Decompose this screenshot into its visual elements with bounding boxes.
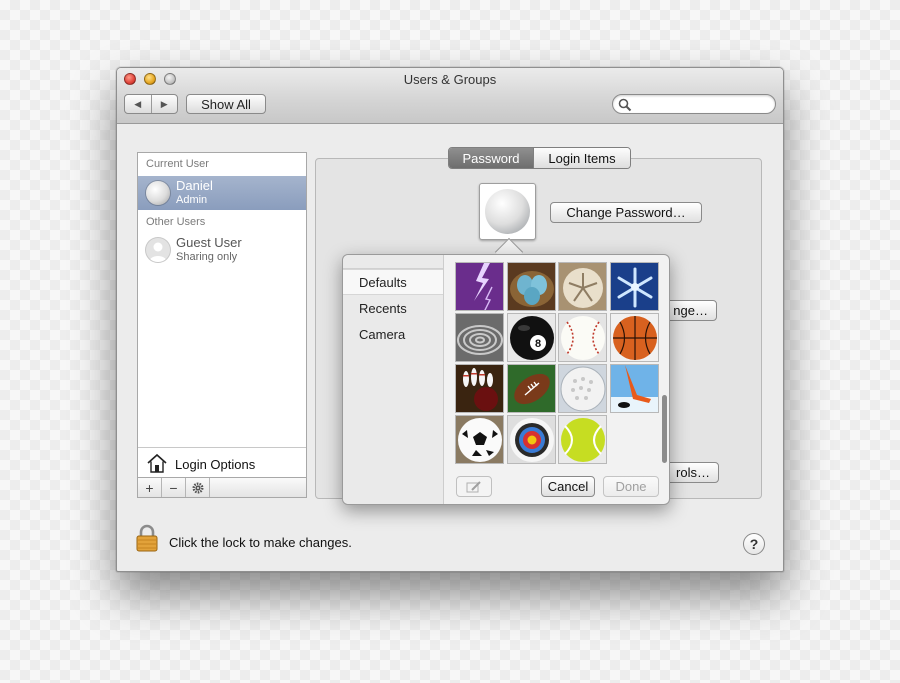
lock-message: Click the lock to make changes. [169,535,352,550]
bowling-icon[interactable] [455,364,504,413]
source-recents[interactable]: Recents [343,295,443,321]
picture-picker-popover: Defaults Recents Camera 8 Cancel Done [342,254,670,505]
login-options-item[interactable]: Login Options [138,447,306,477]
other-users-header: Other Users [146,216,206,228]
source-defaults[interactable]: Defaults [343,269,443,295]
golf-ball-icon [146,181,170,205]
user-name: Guest User [176,235,242,250]
forward-button[interactable]: ▶ [150,95,178,113]
eight-ball-icon[interactable]: 8 [507,313,556,362]
login-options-label: Login Options [175,457,256,472]
football-icon[interactable] [507,364,556,413]
tab-login-items[interactable]: Login Items [533,148,630,168]
baseball-icon[interactable] [558,313,607,362]
done-button[interactable]: Done [603,476,659,497]
back-button[interactable]: ◀ [125,95,151,113]
user-name: Daniel [176,178,213,193]
source-camera[interactable]: Camera [343,321,443,347]
search-field[interactable] [612,94,776,114]
svg-text:8: 8 [535,338,541,350]
tennis-ball-icon[interactable] [558,415,607,464]
eggs-in-nest-icon[interactable] [507,262,556,311]
sidebar-footer: + − [138,477,306,497]
lightning-icon[interactable] [455,262,504,311]
search-input[interactable] [635,96,769,112]
sand-dollar-icon[interactable] [558,262,607,311]
search-icon [618,98,632,112]
help-button[interactable]: ? [743,533,765,555]
sidebar-item-daniel[interactable]: Daniel Admin [138,176,306,210]
user-role: Sharing only [176,251,238,263]
users-sidebar: Current User Daniel Admin Other Users Gu… [137,152,307,498]
golf-ball-icon [485,189,530,234]
action-menu-button[interactable] [186,478,210,497]
change-password-button[interactable]: Change Password… [550,202,702,223]
picture-source-list: Defaults Recents Camera [343,255,444,504]
nav-segmented-control: ◀ ▶ [124,94,178,114]
picture-grid: 8 [455,262,661,467]
sidebar-item-guest-user[interactable]: Guest User Sharing only [138,233,306,267]
soccer-ball-icon[interactable] [455,415,504,464]
picture-grid-scrollbar[interactable] [662,395,667,463]
title-bar: Users & Groups ◀ ▶ Show All [117,68,783,124]
show-all-button[interactable]: Show All [186,94,266,114]
snowflake-icon[interactable] [610,262,659,311]
add-user-button[interactable]: + [138,478,162,497]
zen-sand-spiral-icon[interactable] [455,313,504,362]
person-silhouette-icon [146,238,170,262]
current-user-header: Current User [146,158,209,170]
pencil-icon [466,480,481,492]
hockey-icon[interactable] [610,364,659,413]
cancel-button[interactable]: Cancel [541,476,595,497]
tab-bar: Password Login Items [448,147,631,169]
lock-icon[interactable] [135,524,159,552]
user-role: Admin [176,194,208,206]
remove-user-button[interactable]: − [162,478,186,497]
edit-picture-button[interactable] [456,476,492,497]
tab-password[interactable]: Password [449,148,533,168]
house-icon [147,453,167,473]
target-icon[interactable] [507,415,556,464]
user-picture-well[interactable] [479,183,536,240]
basketball-icon[interactable] [610,313,659,362]
golf-ball-icon[interactable] [558,364,607,413]
gear-icon [191,481,204,494]
window-title: Users & Groups [403,72,497,87]
